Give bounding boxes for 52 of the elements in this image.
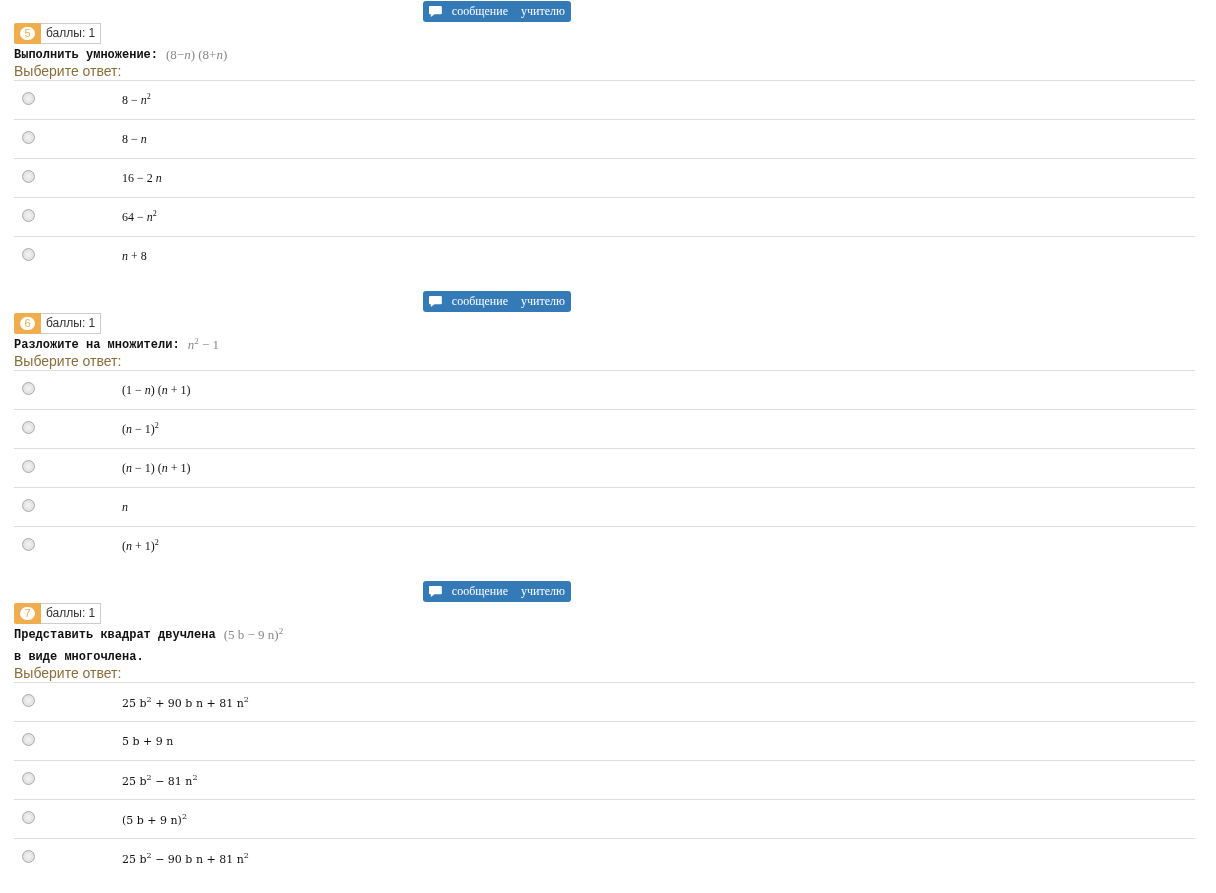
- radio-button[interactable]: [22, 247, 35, 261]
- answer-option: 8 − n: [122, 131, 147, 147]
- answer-option: 8 − n$^{2}$: [122, 92, 151, 108]
- speech-bubble-icon: [429, 6, 442, 17]
- answer-option: (5 b + 9 n)$^{2}$: [122, 811, 187, 827]
- answer-prompt: Выберите ответ:: [14, 62, 123, 80]
- answer-option: 25 b$^{2}$ + 90 b n + 81 n$^{2}$: [122, 694, 249, 710]
- question-expression: (5 b − 9 n)$^{2}$: [223, 626, 284, 644]
- answer-option: 64 − n$^{2}$: [122, 209, 157, 225]
- radio-button[interactable]: [22, 693, 35, 707]
- answer-prompt: Выберите ответ:: [14, 664, 123, 682]
- question-number-badge: 6: [14, 313, 41, 334]
- radio-button[interactable]: [22, 810, 35, 824]
- radio-button[interactable]: [22, 208, 35, 222]
- question-expression: n$^{2}$ − 1: [187, 336, 219, 354]
- question-text: Разложите на множители:: [14, 338, 180, 352]
- radio-button[interactable]: [22, 771, 35, 785]
- question-expression: (8−n) (8+n): [166, 47, 228, 63]
- question-number-badge: 5: [14, 23, 41, 44]
- radio-button[interactable]: [22, 130, 35, 144]
- answer-option: n + 8: [122, 248, 147, 264]
- answer-option: (1 − n) (n + 1): [122, 382, 191, 398]
- radio-button[interactable]: [22, 537, 35, 551]
- radio-button[interactable]: [22, 91, 35, 105]
- question-number-badge: 7: [14, 603, 41, 624]
- answer-prompt: Выберите ответ:: [14, 352, 123, 370]
- answer-option: 16 − 2 n: [122, 170, 162, 186]
- message-teacher-button[interactable]: сообщение учителю: [423, 291, 571, 312]
- radio-button[interactable]: [22, 849, 35, 863]
- answer-option: (n − 1) (n + 1): [122, 460, 191, 476]
- radio-button[interactable]: [22, 459, 35, 473]
- points-label: баллы: 1: [41, 23, 102, 44]
- answer-option: 25 b$^{2}$ − 90 b n + 81 n$^{2}$: [122, 850, 249, 866]
- question-text: в виде многочлена.: [14, 649, 145, 666]
- answer-option: n: [122, 499, 128, 515]
- question-text: Выполнить умножение:: [14, 48, 159, 62]
- message-teacher-button[interactable]: сообщение учителю: [423, 1, 571, 22]
- points-label: баллы: 1: [41, 603, 102, 624]
- message-teacher-button[interactable]: сообщение учителю: [423, 581, 571, 602]
- radio-button[interactable]: [22, 169, 35, 183]
- speech-bubble-icon: [429, 296, 442, 307]
- answer-option: (n − 1)$^{2}$: [122, 421, 159, 437]
- answer-option: (n + 1)$^{2}$: [122, 538, 159, 554]
- question-text: Представить квадрат двучлена: [14, 628, 216, 642]
- radio-button[interactable]: [22, 420, 35, 434]
- radio-button[interactable]: [22, 381, 35, 395]
- answer-option: 25 b$^{2}$ − 81 n$^{2}$: [122, 772, 198, 788]
- speech-bubble-icon: [429, 586, 442, 597]
- radio-button[interactable]: [22, 498, 35, 512]
- radio-button[interactable]: [22, 732, 35, 746]
- answer-option: 5 b + 9 n: [122, 734, 174, 748]
- points-label: баллы: 1: [41, 313, 102, 334]
